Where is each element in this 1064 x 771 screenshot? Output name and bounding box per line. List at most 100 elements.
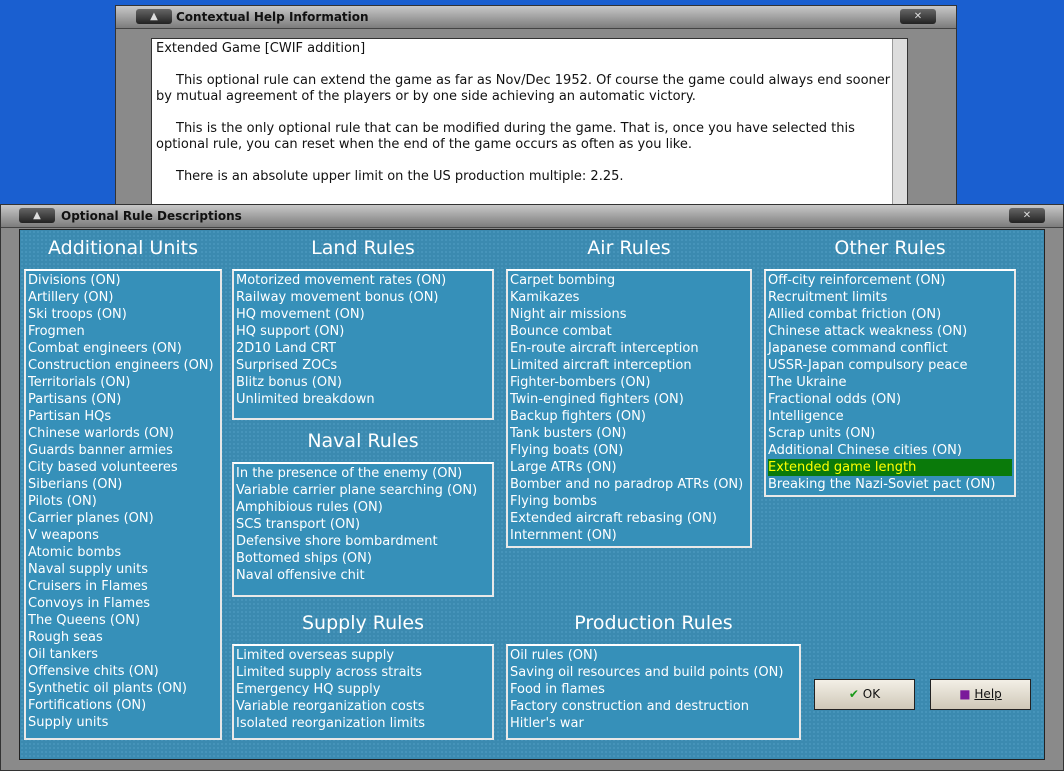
close-button[interactable]: ✕ xyxy=(1009,208,1045,223)
close-button[interactable]: ✕ xyxy=(900,9,936,24)
rule-item[interactable]: Carrier planes (ON) xyxy=(28,510,218,527)
rule-item[interactable]: Defensive shore bombardment xyxy=(236,533,490,550)
rule-item[interactable]: City based volunteeres xyxy=(28,459,218,476)
rule-item[interactable]: The Ukraine xyxy=(768,374,1012,391)
rule-item[interactable]: Bomber and no paradrop ATRs (ON) xyxy=(510,476,748,493)
rule-item[interactable]: Amphibious rules (ON) xyxy=(236,499,490,516)
rule-item[interactable]: Fractional odds (ON) xyxy=(768,391,1012,408)
rule-item[interactable]: Breaking the Nazi-Soviet pact (ON) xyxy=(768,476,1012,493)
rule-item[interactable]: Flying boats (ON) xyxy=(510,442,748,459)
rule-item[interactable]: Combat engineers (ON) xyxy=(28,340,218,357)
rule-item[interactable]: Bottomed ships (ON) xyxy=(236,550,490,567)
rule-item[interactable]: Guards banner armies xyxy=(28,442,218,459)
rule-item[interactable]: Additional Chinese cities (ON) xyxy=(768,442,1012,459)
rule-item[interactable]: Synthetic oil plants (ON) xyxy=(28,680,218,697)
rule-item[interactable]: Railway movement bonus (ON) xyxy=(236,289,490,306)
air-heading: Air Rules xyxy=(587,237,671,259)
rule-item[interactable]: Partisans (ON) xyxy=(28,391,218,408)
rule-item[interactable]: Construction engineers (ON) xyxy=(28,357,218,374)
rule-item[interactable]: In the presence of the enemy (ON) xyxy=(236,465,490,482)
rule-item[interactable]: Kamikazes xyxy=(510,289,748,306)
rule-item[interactable]: Flying bombs xyxy=(510,493,748,510)
rule-item[interactable]: Bounce combat xyxy=(510,323,748,340)
rule-item[interactable]: Naval supply units xyxy=(28,561,218,578)
rule-item[interactable]: Limited aircraft interception xyxy=(510,357,748,374)
rule-item[interactable]: Internment (ON) xyxy=(510,527,748,544)
rule-item[interactable]: 2D10 Land CRT xyxy=(236,340,490,357)
check-icon: ✔ xyxy=(848,687,859,701)
production-list: Oil rules (ON) Saving oil resources and b… xyxy=(506,644,801,740)
rule-item[interactable]: Oil tankers xyxy=(28,646,218,663)
rule-item[interactable]: Cruisers in Flames xyxy=(28,578,218,595)
help-window-title: Contextual Help Information xyxy=(176,10,369,24)
rule-item[interactable]: Blitz bonus (ON) xyxy=(236,374,490,391)
rule-item[interactable]: Emergency HQ supply xyxy=(236,681,490,698)
ok-button[interactable]: ✔ OK xyxy=(814,679,915,710)
rule-item[interactable]: Variable carrier plane searching (ON) xyxy=(236,482,490,499)
rule-item[interactable]: Food in flames xyxy=(510,681,797,698)
rule-item[interactable]: Saving oil resources and build points (O… xyxy=(510,664,797,681)
rule-item[interactable]: Territorials (ON) xyxy=(28,374,218,391)
rule-item[interactable]: The Queens (ON) xyxy=(28,612,218,629)
rule-item[interactable]: Limited overseas supply xyxy=(236,647,490,664)
rule-item[interactable]: Oil rules (ON) xyxy=(510,647,797,664)
rule-item[interactable]: Motorized movement rates (ON) xyxy=(236,272,490,289)
rule-item[interactable]: Intelligence xyxy=(768,408,1012,425)
rule-item[interactable]: Scrap units (ON) xyxy=(768,425,1012,442)
rule-item[interactable]: Chinese warlords (ON) xyxy=(28,425,218,442)
rule-item[interactable]: Isolated reorganization limits xyxy=(236,715,490,732)
rule-item[interactable]: Japanese command conflict xyxy=(768,340,1012,357)
rule-item[interactable]: Frogmen xyxy=(28,323,218,340)
rule-item[interactable]: Convoys in Flames xyxy=(28,595,218,612)
rule-item[interactable]: Backup fighters (ON) xyxy=(510,408,748,425)
rule-item[interactable]: Tank busters (ON) xyxy=(510,425,748,442)
rule-item[interactable]: V weapons xyxy=(28,527,218,544)
rule-item[interactable]: Ski troops (ON) xyxy=(28,306,218,323)
rule-item[interactable]: Pilots (ON) xyxy=(28,493,218,510)
rule-item[interactable]: Fighter-bombers (ON) xyxy=(510,374,748,391)
rule-item[interactable]: Artillery (ON) xyxy=(28,289,218,306)
rule-item[interactable]: Variable reorganization costs xyxy=(236,698,490,715)
book-icon: ■ xyxy=(959,687,971,701)
rule-item[interactable]: SCS transport (ON) xyxy=(236,516,490,533)
minimize-button[interactable]: ▲ xyxy=(19,208,55,223)
help-paragraph: There is an absolute upper limit on the … xyxy=(176,169,624,184)
rule-item[interactable]: Surprised ZOCs xyxy=(236,357,490,374)
help-text-area[interactable]: Extended Game [CWIF addition] This optio… xyxy=(151,38,908,210)
minimize-button[interactable]: ▲ xyxy=(136,9,172,24)
rule-item[interactable]: USSR-Japan compulsory peace xyxy=(768,357,1012,374)
rule-item[interactable]: Extended game length xyxy=(768,459,1012,476)
help-title-bar[interactable]: ▲ Contextual Help Information ✕ xyxy=(116,6,956,29)
rule-item[interactable]: HQ support (ON) xyxy=(236,323,490,340)
rule-item[interactable]: Supply units xyxy=(28,714,218,731)
rule-item[interactable]: Limited supply across straits xyxy=(236,664,490,681)
rule-item[interactable]: Off-city reinforcement (ON) xyxy=(768,272,1012,289)
rule-item[interactable]: Large ATRs (ON) xyxy=(510,459,748,476)
scrollbar[interactable] xyxy=(892,39,907,209)
rule-item[interactable]: Rough seas xyxy=(28,629,218,646)
main-title-bar[interactable]: ▲ Optional Rule Descriptions ✕ xyxy=(1,205,1063,228)
rule-item[interactable]: Extended aircraft rebasing (ON) xyxy=(510,510,748,527)
rule-item[interactable]: Offensive chits (ON) xyxy=(28,663,218,680)
rule-item[interactable]: Atomic bombs xyxy=(28,544,218,561)
rule-item[interactable]: HQ movement (ON) xyxy=(236,306,490,323)
rule-item[interactable]: Divisions (ON) xyxy=(28,272,218,289)
other-heading: Other Rules xyxy=(834,237,946,259)
rule-item[interactable]: Hitler's war xyxy=(510,715,797,732)
rule-item[interactable]: Unlimited breakdown xyxy=(236,391,490,408)
rule-item[interactable]: Siberians (ON) xyxy=(28,476,218,493)
rule-item[interactable]: Fortifications (ON) xyxy=(28,697,218,714)
help-button[interactable]: ■ Help xyxy=(930,679,1031,710)
additional-units-heading: Additional Units xyxy=(48,237,198,259)
supply-list: Limited overseas supply Limited supply ac… xyxy=(232,644,494,740)
rule-item[interactable]: Recruitment limits xyxy=(768,289,1012,306)
rule-item[interactable]: Naval offensive chit xyxy=(236,567,490,584)
rule-item[interactable]: Partisan HQs xyxy=(28,408,218,425)
rule-item[interactable]: Night air missions xyxy=(510,306,748,323)
rule-item[interactable]: Twin-engined fighters (ON) xyxy=(510,391,748,408)
rule-item[interactable]: Allied combat friction (ON) xyxy=(768,306,1012,323)
rule-item[interactable]: Factory construction and destruction xyxy=(510,698,797,715)
rule-item[interactable]: Chinese attack weakness (ON) xyxy=(768,323,1012,340)
rule-item[interactable]: Carpet bombing xyxy=(510,272,748,289)
rule-item[interactable]: En-route aircraft interception xyxy=(510,340,748,357)
